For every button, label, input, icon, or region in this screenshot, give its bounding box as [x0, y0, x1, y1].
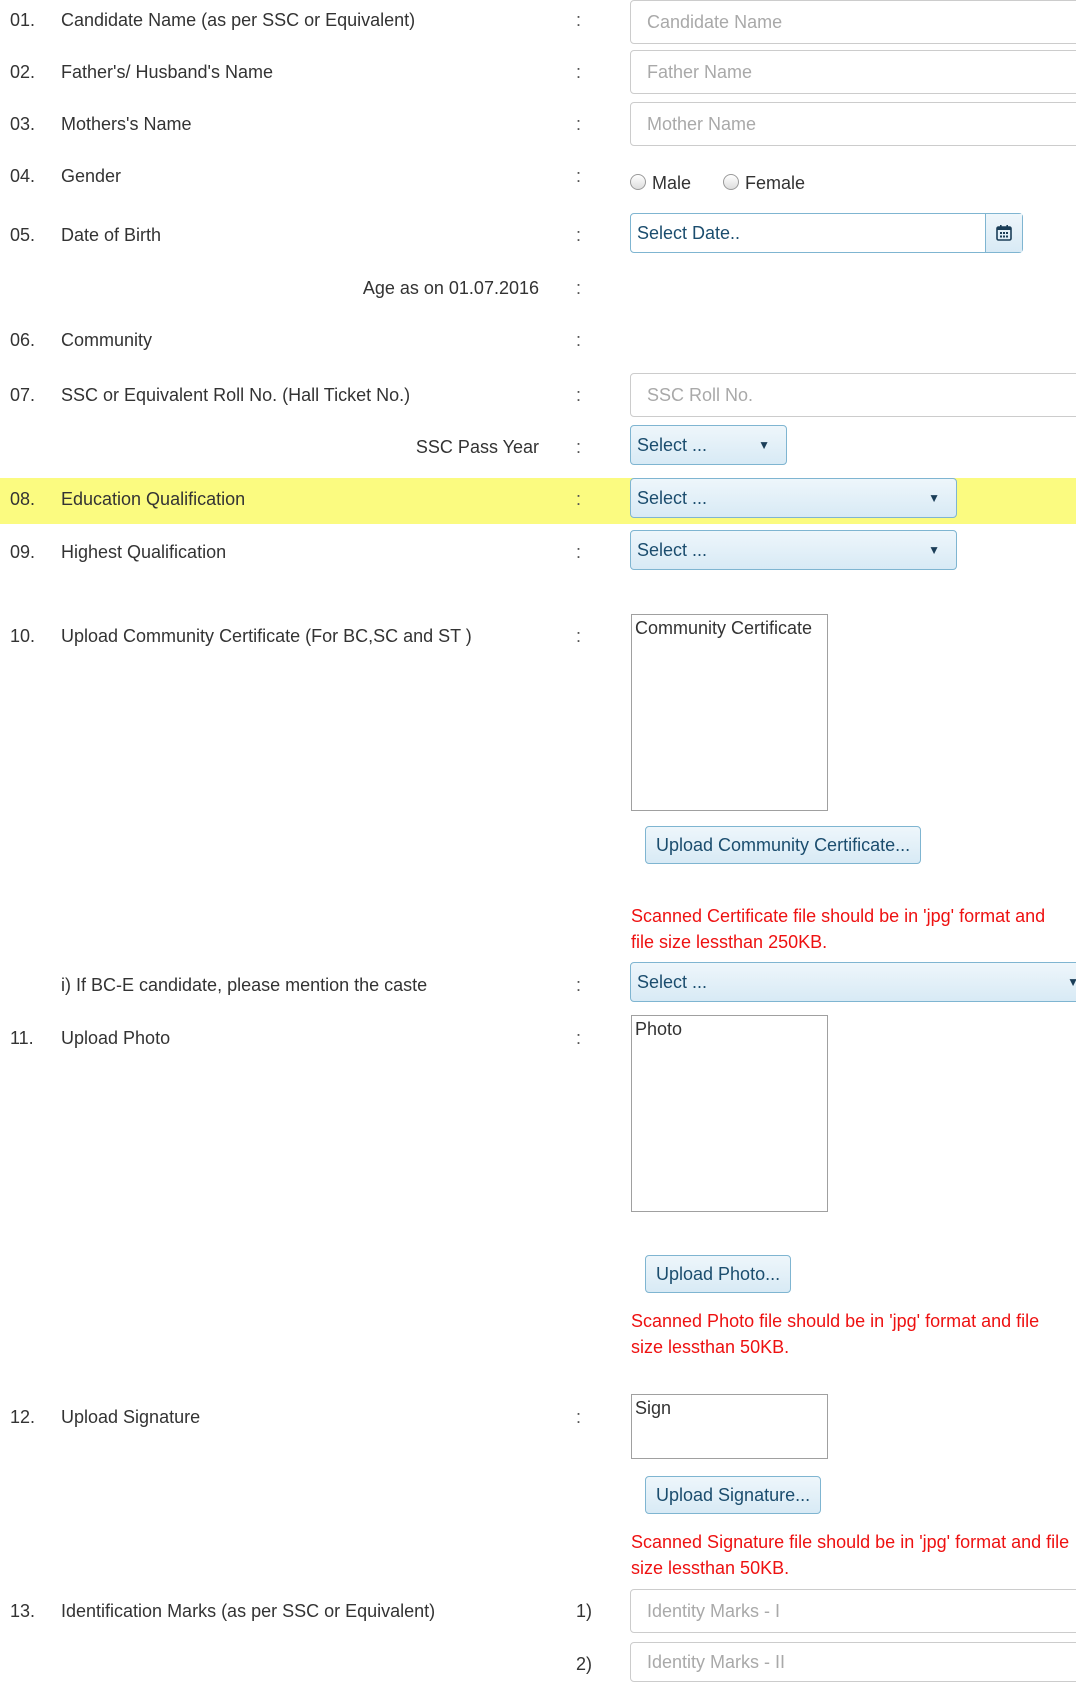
- colon: :: [576, 1028, 582, 1048]
- upload-community-certificate-button[interactable]: Upload Community Certificate...: [645, 826, 922, 864]
- identity-mark-1-input[interactable]: [630, 1589, 1076, 1633]
- row-number: 09.: [10, 542, 36, 562]
- gender-male-label: Male: [652, 173, 692, 193]
- father-name-label: Father's/ Husband's Name: [61, 62, 273, 82]
- row-number: 10.: [10, 626, 36, 646]
- colon: :: [576, 10, 582, 30]
- gender-label: Gender: [61, 166, 122, 186]
- row-number: 13.: [10, 1601, 36, 1621]
- bce-caste-value: Select ...: [637, 971, 708, 992]
- caret-down-icon: ▼: [1067, 975, 1076, 989]
- caret-down-icon: ▼: [758, 438, 770, 452]
- mark-index-2: 2): [576, 1654, 593, 1674]
- highest-qualification-value: Select ...: [637, 539, 708, 560]
- certificate-hint-line1: Scanned Certificate file should be in 'j…: [631, 906, 1046, 926]
- candidate-name-label: Candidate Name (as per SSC or Equivalent…: [61, 10, 416, 30]
- upload-photo-label: Upload Photo: [61, 1028, 171, 1048]
- upload-signature-label: Upload Signature: [61, 1407, 201, 1427]
- colon: :: [576, 330, 582, 350]
- colon: :: [576, 225, 582, 245]
- colon: :: [576, 626, 582, 646]
- community-certificate-label: Upload Community Certificate (For BC,SC …: [61, 626, 472, 646]
- row-number: 01.: [10, 10, 36, 30]
- father-name-input[interactable]: [630, 50, 1076, 94]
- row-number: 07.: [10, 385, 36, 405]
- row-number: 06.: [10, 330, 36, 350]
- colon: :: [576, 542, 582, 562]
- gender-male-option[interactable]: Male: [630, 172, 691, 194]
- caret-down-icon: ▼: [928, 491, 940, 505]
- mother-name-label: Mothers's Name: [61, 114, 192, 134]
- ssc-pass-year-label: SSC Pass Year: [415, 437, 539, 457]
- community-label: Community: [61, 330, 153, 350]
- upload-photo-button[interactable]: Upload Photo...: [645, 1255, 792, 1293]
- signature-hint-line1: Scanned Signature file should be in 'jpg…: [631, 1532, 1070, 1552]
- ssc-roll-label: SSC or Equivalent Roll No. (Hall Ticket …: [61, 385, 411, 405]
- colon: :: [576, 437, 582, 457]
- ssc-roll-input[interactable]: [630, 373, 1076, 417]
- community-certificate-preview: Community Certificate: [631, 614, 828, 811]
- ssc-pass-year-select[interactable]: Select ... ▼: [630, 425, 787, 465]
- signature-hint-line2: size lessthan 50KB.: [631, 1558, 790, 1578]
- row-number: 04.: [10, 166, 36, 186]
- row-number: 05.: [10, 225, 36, 245]
- gender-female-label: Female: [745, 173, 806, 193]
- education-select[interactable]: Select ... ▼: [630, 478, 957, 518]
- identity-mark-2-input[interactable]: [630, 1642, 1076, 1682]
- row-number: 11.: [10, 1028, 34, 1048]
- mark-index-1: 1): [576, 1601, 593, 1621]
- gender-female-option[interactable]: Female: [723, 172, 805, 194]
- caret-down-icon: ▼: [928, 543, 940, 557]
- row-number: 08.: [10, 489, 36, 509]
- certificate-hint-line2: file size lessthan 250KB.: [631, 932, 828, 952]
- colon: :: [576, 166, 582, 186]
- bce-caste-label: i) If BC-E candidate, please mention the…: [61, 975, 428, 995]
- row-number: 12.: [10, 1407, 36, 1427]
- colon: :: [576, 385, 582, 405]
- dob-input[interactable]: [631, 214, 985, 252]
- radio-female[interactable]: [723, 174, 739, 191]
- row-number: 02.: [10, 62, 36, 82]
- colon: :: [576, 489, 582, 509]
- highest-qualification-label: Highest Qualification: [61, 542, 227, 562]
- calendar-icon[interactable]: [985, 214, 1022, 252]
- dob-field: [630, 213, 1023, 253]
- ssc-pass-year-value: Select ...: [637, 434, 708, 455]
- row-number: 03.: [10, 114, 36, 134]
- highest-qualification-select[interactable]: Select ... ▼: [630, 530, 957, 570]
- age-label: Age as on 01.07.2016: [362, 278, 539, 298]
- colon: :: [576, 1407, 582, 1427]
- photo-hint-line2: size lessthan 50KB.: [631, 1337, 790, 1357]
- education-label: Education Qualification: [61, 489, 246, 509]
- mother-name-input[interactable]: [630, 102, 1076, 146]
- bce-caste-select[interactable]: Select ... ▼: [630, 962, 1076, 1002]
- colon: :: [576, 975, 582, 995]
- radio-male[interactable]: [630, 174, 646, 191]
- signature-preview: Sign: [631, 1394, 828, 1459]
- dob-label: Date of Birth: [61, 225, 162, 245]
- photo-preview: Photo: [631, 1015, 828, 1212]
- colon: :: [576, 114, 582, 134]
- candidate-name-input[interactable]: [630, 0, 1076, 44]
- photo-hint-line1: Scanned Photo file should be in 'jpg' fo…: [631, 1311, 1040, 1331]
- colon: :: [576, 62, 582, 82]
- education-value: Select ...: [637, 487, 708, 508]
- colon: :: [576, 278, 582, 298]
- upload-signature-button[interactable]: Upload Signature...: [645, 1476, 822, 1514]
- identification-marks-label: Identification Marks (as per SSC or Equi…: [61, 1601, 436, 1621]
